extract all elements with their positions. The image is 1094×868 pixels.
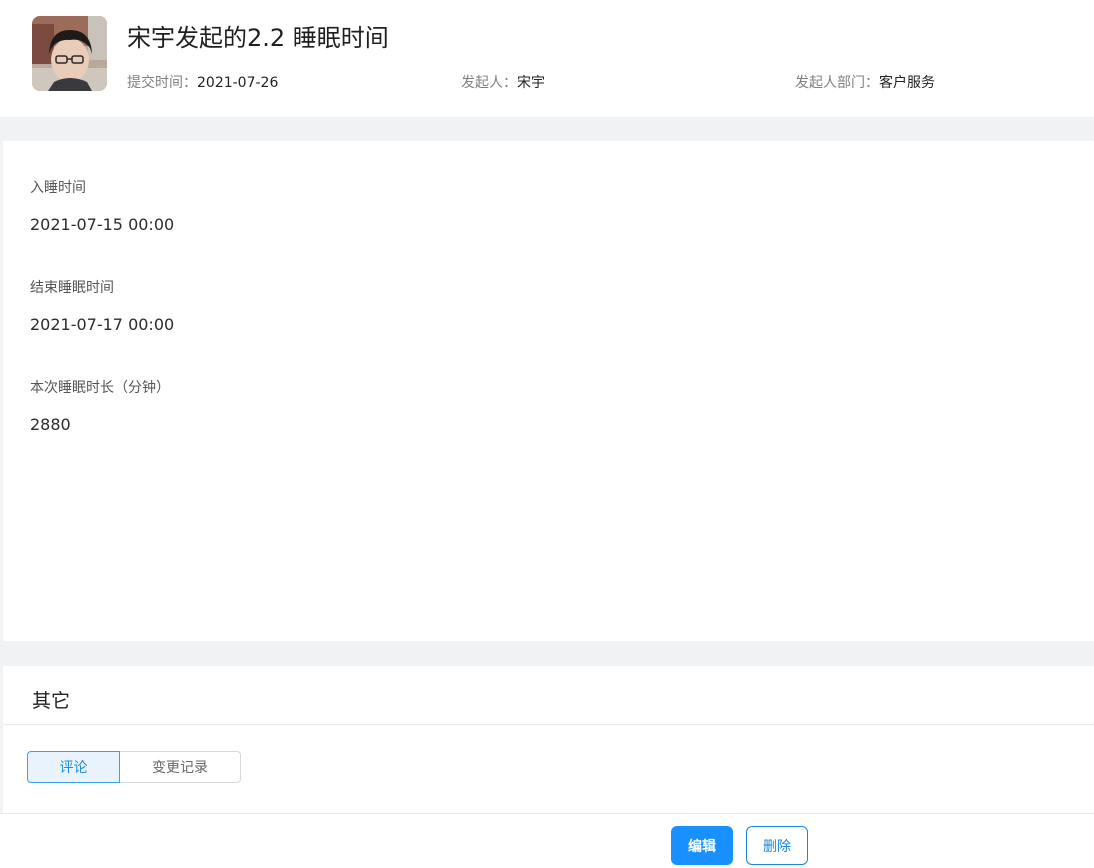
avatar-photo [32, 16, 107, 91]
page-title: 宋宇发起的2.2 睡眠时间 [127, 24, 389, 52]
other-section: 其它 评论 变更记录 [0, 666, 1094, 813]
approval-header: 宋宇发起的2.2 睡眠时间 提交时间：2021-07-26 发起人：宋宇 发起人… [0, 0, 1094, 117]
initiator-value: 宋宇 [517, 75, 545, 91]
submit-time-label: 提交时间： [127, 75, 197, 91]
field-sleep-end: 结束睡眠时间 2021-07-17 00:00 [30, 277, 174, 334]
edit-button[interactable]: 编辑 [671, 826, 733, 865]
department-label: 发起人部门： [795, 75, 879, 91]
field-label: 入睡时间 [30, 180, 86, 196]
field-value: 2021-07-15 00:00 [30, 215, 175, 234]
section-separator [0, 117, 1094, 141]
field-value: 2021-07-17 00:00 [30, 315, 175, 334]
initiator-department: 发起人部门：客户服务 [795, 72, 935, 92]
field-sleep-duration: 本次睡眠时长（分钟） 2880 [30, 377, 170, 434]
delete-button[interactable]: 删除 [746, 826, 808, 865]
tab-comments[interactable]: 评论 [27, 751, 120, 783]
divider [3, 724, 1094, 725]
field-label: 本次睡眠时长（分钟） [30, 380, 170, 396]
other-section-title: 其它 [32, 690, 71, 712]
tab-group: 评论 变更记录 [27, 751, 241, 783]
field-label: 结束睡眠时间 [30, 280, 114, 296]
submit-time-value: 2021-07-26 [197, 75, 279, 91]
initiator: 发起人：宋宇 [461, 72, 545, 92]
department-value: 客户服务 [879, 75, 935, 91]
submit-time: 提交时间：2021-07-26 [127, 72, 278, 92]
field-sleep-start: 入睡时间 2021-07-15 00:00 [30, 177, 174, 234]
initiator-label: 发起人： [461, 75, 517, 91]
avatar [32, 16, 107, 91]
section-separator [0, 641, 1094, 666]
tab-change-history[interactable]: 变更记录 [120, 751, 241, 783]
footer-action-bar: 编辑 删除 [0, 813, 1094, 868]
field-value: 2880 [30, 415, 71, 434]
form-details: 入睡时间 2021-07-15 00:00 结束睡眠时间 2021-07-17 … [0, 141, 1094, 641]
